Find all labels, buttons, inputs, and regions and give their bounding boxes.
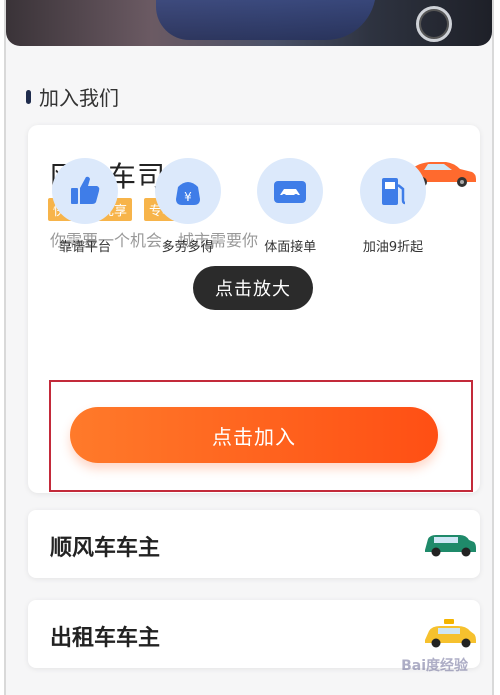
banner-gauge-decoration	[416, 6, 452, 42]
section-title: 加入我们	[39, 86, 119, 110]
svg-text:¥: ¥	[184, 190, 192, 204]
fuel-pump-icon	[359, 158, 426, 224]
zoom-tooltip[interactable]: 点击放大	[193, 266, 313, 310]
feature-fuel-discount: 加油9折起	[352, 158, 434, 255]
feature-label: 多劳多得	[161, 240, 214, 255]
list-item-carpool-owner[interactable]: 顺风车车主	[28, 510, 480, 578]
app-frame: 加入我们 网约车司机 快车 优享 专车 你需要一个机会，城市需要你 靠谱平台	[4, 0, 494, 695]
top-banner-image	[6, 0, 492, 46]
feature-label: 体面接单	[264, 240, 317, 255]
yuan-money-icon: ¥	[154, 158, 221, 224]
banner-decoration	[156, 0, 376, 40]
section-bar-icon	[26, 89, 31, 104]
car-icon	[257, 158, 324, 224]
feature-label: 加油9折起	[362, 240, 424, 255]
list-item-title: 顺风车车主	[50, 536, 161, 561]
taxi-car-icon	[425, 619, 476, 648]
feature-reliable-platform: 靠谱平台	[44, 158, 126, 255]
feature-list: 靠谱平台 ¥ 多劳多得 体面接单 加油9折起	[44, 158, 434, 255]
section-header: 加入我们	[26, 82, 119, 111]
feature-label: 靠谱平台	[58, 240, 111, 255]
watermark: Bai度经验	[401, 658, 468, 674]
feature-decent-orders: 体面接单	[249, 158, 331, 255]
thumbs-up-icon	[52, 158, 118, 224]
list-item-title: 出租车车主	[50, 626, 161, 651]
green-car-icon	[425, 535, 476, 557]
feature-more-work-more-pay: ¥ 多劳多得	[147, 158, 229, 255]
join-button[interactable]: 点击加入	[70, 407, 438, 463]
